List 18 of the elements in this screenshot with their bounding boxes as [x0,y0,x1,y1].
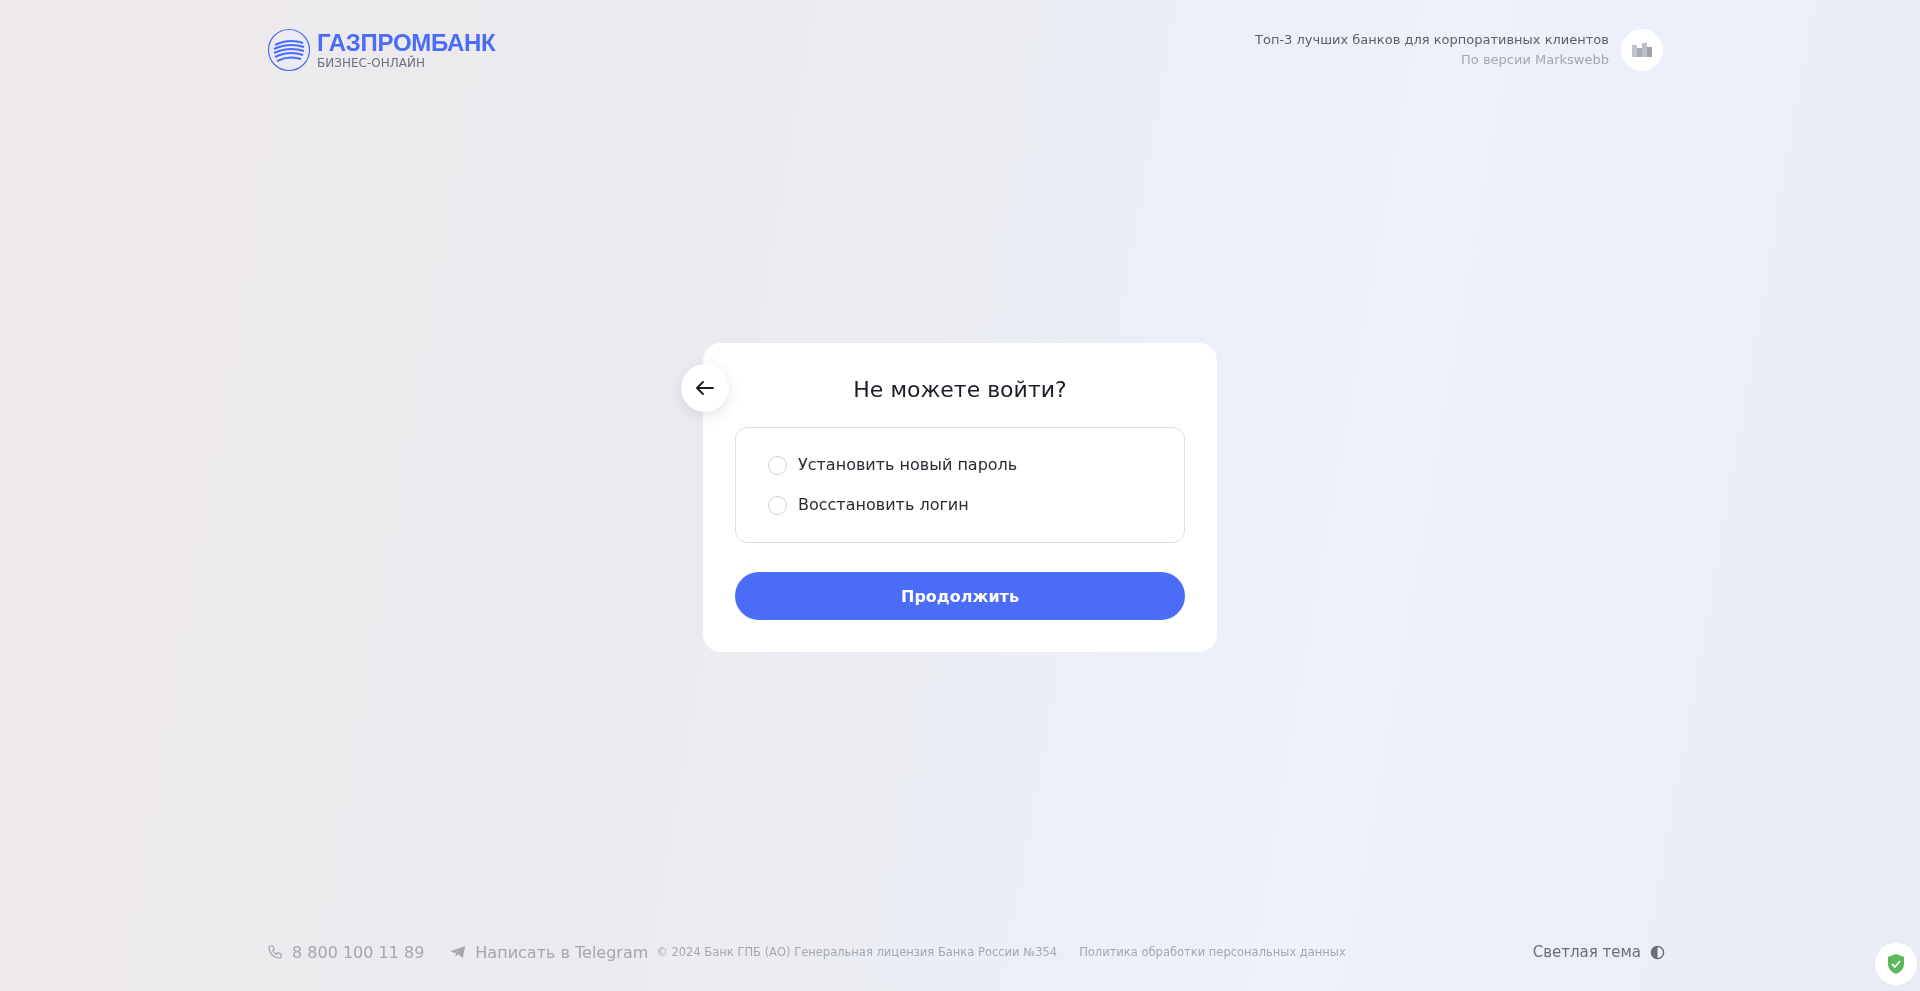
award-badge-icon [1621,29,1663,71]
dialog-title: Не можете войти? [852,376,1068,404]
award-source: По версии Markswebb [1461,51,1609,69]
send-icon [450,945,467,959]
continue-button[interactable]: Продолжить [735,572,1185,620]
award-text: Топ-3 лучших банков для корпоративных клиентов [1255,31,1609,49]
back-button[interactable] [681,364,729,412]
arrow-left-icon [696,381,714,395]
half-circle-icon [1650,944,1665,960]
copyright-text: © 2024 Банк ГПБ (АО) Генеральная лицензия Банка России №354 [656,945,1058,959]
logo-icon [267,28,311,72]
theme-toggle[interactable]: Светлая тема [1532,943,1665,961]
brand-subtitle: БИЗНЕС-ОНЛАЙН [317,56,426,70]
brand-name: ГАЗПРОМБАНК [317,30,496,56]
radio-option[interactable]: Восстановить логин [768,493,1152,517]
phone-icon [267,944,283,960]
shield-check-icon[interactable] [1875,943,1917,985]
radio-option[interactable]: Установить новый пароль [768,453,1152,477]
